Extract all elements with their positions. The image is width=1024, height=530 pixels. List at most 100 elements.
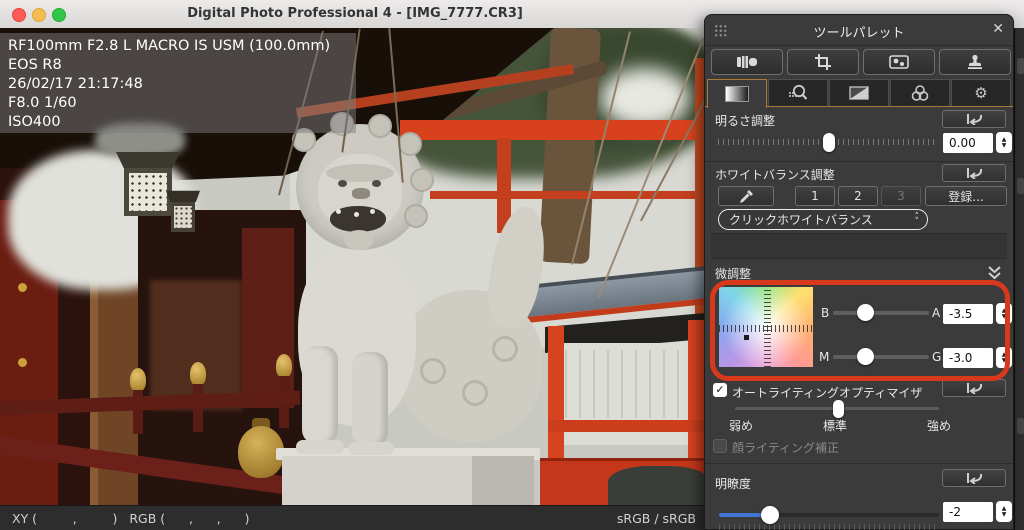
statue-curl xyxy=(398,132,422,156)
fine-tune-color-square[interactable] xyxy=(719,287,813,367)
palette-title: ツールパレット xyxy=(813,22,904,41)
statue-swirl xyxy=(492,336,518,362)
crop-icon xyxy=(814,53,832,71)
exif-iso: ISO400 xyxy=(8,113,348,132)
photo-bronze-lantern-panel xyxy=(129,173,167,211)
statue-brow xyxy=(326,164,394,182)
stamp-button[interactable] xyxy=(939,49,1011,75)
white-balance-dropdown[interactable]: クリックホワイトバランス ˄˅ xyxy=(718,209,928,230)
reset-icon xyxy=(964,472,984,484)
statue-nose xyxy=(352,188,370,199)
alo-slider-thumb[interactable] xyxy=(833,400,844,418)
tool-palette: ツールパレット ✕ ⚙ xyxy=(704,14,1014,530)
dust-delete-icon xyxy=(889,55,909,69)
wb-preset-2-button[interactable]: 2 xyxy=(838,186,878,206)
photo-shrine-post xyxy=(688,320,704,478)
clarity-stepper[interactable]: ▲▼ xyxy=(996,501,1012,522)
white-balance-reset-button[interactable] xyxy=(942,164,1006,182)
reset-icon xyxy=(964,382,984,394)
tone-curve-icon xyxy=(849,86,869,100)
a-stepper[interactable]: ▲▼ xyxy=(996,303,1012,324)
statue-eye xyxy=(372,180,381,187)
drag-handle-icon[interactable] xyxy=(714,24,727,37)
photo-shrine-post xyxy=(548,326,564,478)
clarity-label: 明瞭度 xyxy=(715,475,751,492)
wb-preset-3-button: 3 xyxy=(881,186,921,206)
statue-curl xyxy=(404,204,428,228)
status-xy-rgb: XY ( , ) RGB ( , , ) xyxy=(12,511,249,526)
chevron-down-icon: ˅ xyxy=(915,220,920,225)
m-axis-label: M xyxy=(819,350,829,364)
clarity-reset-button[interactable] xyxy=(942,469,1006,487)
b-a-slider[interactable] xyxy=(833,311,929,315)
crop-button[interactable] xyxy=(787,49,859,75)
stepper-down-icon: ▼ xyxy=(1002,358,1007,364)
tab-color-adjustment[interactable] xyxy=(890,79,950,107)
close-traffic-light[interactable] xyxy=(12,8,26,22)
alo-label: オートライティングオプティマイザ xyxy=(732,384,922,401)
alo-weak-label: 弱め xyxy=(729,417,753,434)
clarity-slider-thumb[interactable] xyxy=(761,506,779,524)
background-window-fragment xyxy=(1017,58,1024,74)
brightness-stepper[interactable]: ▲▼ xyxy=(996,132,1012,153)
close-icon[interactable]: ✕ xyxy=(992,21,1004,37)
photo-gold-finial xyxy=(130,368,146,392)
lens-correction-button[interactable] xyxy=(711,49,783,75)
tab-detail-adjustment[interactable] xyxy=(768,79,828,107)
magnifier-grid-icon xyxy=(788,84,808,102)
tab-tone-curve[interactable] xyxy=(829,79,889,107)
statue-tooth xyxy=(370,209,375,214)
statue-pedestal-shade xyxy=(472,456,534,505)
color-circles-icon xyxy=(910,85,930,101)
stepper-down-icon: ▼ xyxy=(1002,314,1007,320)
photo-shrine-lattice xyxy=(565,350,695,418)
collapse-chevrons-icon[interactable] xyxy=(987,265,1002,280)
exif-overlay: RF100mm F2.8 L MACRO IS USM (100.0mm) EO… xyxy=(0,33,356,133)
b-axis-label: B xyxy=(821,306,829,320)
photo-small-lantern-panel xyxy=(174,206,192,228)
statue-paw xyxy=(348,442,394,455)
section-divider xyxy=(705,463,1013,464)
tab-settings[interactable]: ⚙ xyxy=(951,79,1011,107)
statue-paw xyxy=(296,440,344,454)
statue-swirl xyxy=(420,358,446,384)
maximize-traffic-light[interactable] xyxy=(52,8,66,22)
b-a-slider-thumb[interactable] xyxy=(857,304,874,321)
statue-eye xyxy=(338,180,347,187)
dust-delete-button[interactable] xyxy=(863,49,935,75)
white-balance-dropdown-value: クリックホワイトバランス xyxy=(729,211,873,228)
fine-tune-marker xyxy=(744,335,749,340)
background-window-strip xyxy=(1014,28,1024,530)
alo-checkbox[interactable]: ✓ xyxy=(713,383,727,397)
gradient-icon xyxy=(725,86,749,102)
brightness-value-field[interactable]: 0.00 xyxy=(943,133,993,153)
m-g-slider[interactable] xyxy=(833,355,929,359)
reset-icon xyxy=(964,167,984,179)
statue-curl xyxy=(410,168,434,192)
wb-preset-1-button[interactable]: 1 xyxy=(795,186,835,206)
fine-tune-axis-v xyxy=(764,287,771,367)
alo-reset-button[interactable] xyxy=(942,379,1006,397)
stamp-icon xyxy=(966,54,984,70)
clarity-slider[interactable] xyxy=(719,513,939,517)
g-axis-label: G xyxy=(932,350,941,364)
a-value-field[interactable]: -3.5 xyxy=(943,304,993,324)
photo-gold-finial xyxy=(276,354,292,378)
g-value-field[interactable]: -3.0 xyxy=(943,348,993,368)
eyedropper-button[interactable] xyxy=(718,186,774,206)
section-divider xyxy=(705,161,1013,162)
photo-canvas[interactable]: RF100mm F2.8 L MACRO IS USM (100.0mm) EO… xyxy=(0,28,710,505)
wb-register-button[interactable]: 登録... xyxy=(925,186,1007,206)
brightness-slider-thumb[interactable] xyxy=(823,133,835,152)
alo-standard-label: 標準 xyxy=(823,417,847,434)
g-stepper[interactable]: ▲▼ xyxy=(996,347,1012,368)
m-g-slider-thumb[interactable] xyxy=(857,348,874,365)
white-balance-label: ホワイトバランス調整 xyxy=(715,166,835,183)
tab-basic-adjustment[interactable] xyxy=(707,79,767,108)
minimize-traffic-light[interactable] xyxy=(32,8,46,22)
brightness-reset-button[interactable] xyxy=(942,110,1006,128)
clarity-value-field[interactable]: -2 xyxy=(943,502,993,522)
photo-door-fitting xyxy=(18,358,27,367)
statue-tooth xyxy=(336,209,341,214)
eyedropper-icon xyxy=(739,189,754,204)
